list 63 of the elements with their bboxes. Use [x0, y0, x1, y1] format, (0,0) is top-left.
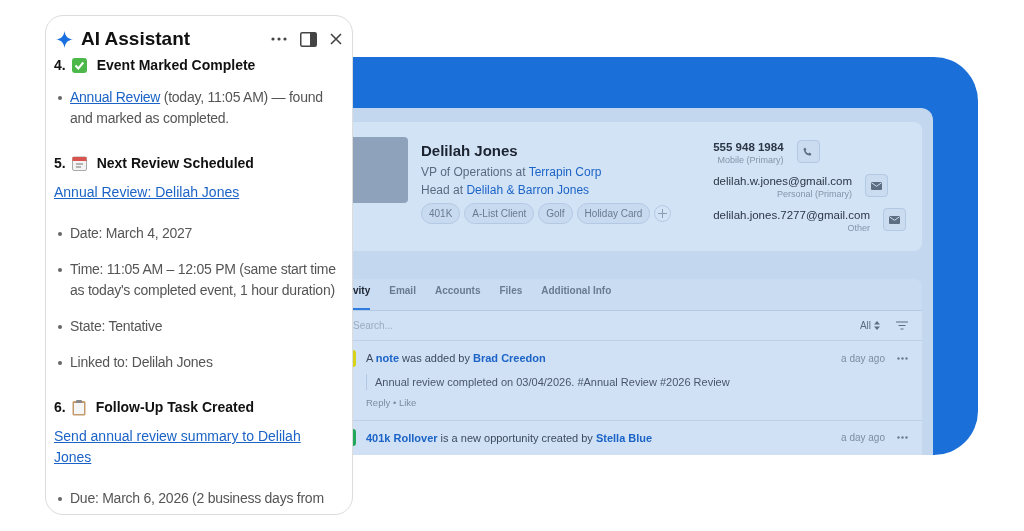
bullet-text: Annual Review (today, 11:05 AM) — found and marked as completed.: [70, 88, 324, 128]
contact-label: Personal (Primary): [777, 189, 853, 200]
section-heading: Event Marked Complete: [96, 56, 256, 75]
section-number: 4.: [54, 56, 66, 75]
link[interactable]: 401k Rollover: [366, 431, 438, 444]
more-icon[interactable]: [271, 37, 287, 41]
photo-placeholder: [353, 137, 408, 203]
company-link[interactable]: Terrapin Corp: [528, 165, 602, 179]
note-text: Annual review completed on 03/04/2026. #Annual Review #2026 Review: [366, 374, 908, 391]
reply-like-links[interactable]: Reply • Like: [366, 396, 908, 411]
section-number: 5.: [54, 154, 66, 173]
email-button[interactable]: [883, 208, 906, 231]
tab[interactable]: Files: [499, 282, 523, 310]
filter-dropdown[interactable]: All: [859, 317, 880, 333]
activity-text: A note was added by Brad Creedon: [366, 350, 546, 366]
sparkle-icon: [56, 30, 73, 48]
tag[interactable]: 401K: [421, 203, 461, 224]
section-heading: Follow-Up Task Created: [95, 398, 255, 417]
bullet-text: Date: March 4, 2027: [70, 224, 193, 243]
sort-arrows-icon: [874, 320, 880, 330]
link[interactable]: Annual Review: [70, 89, 161, 105]
timestamp: a day ago: [841, 431, 885, 446]
contact-label: Mobile (Primary): [717, 155, 784, 166]
link[interactable]: note: [375, 351, 400, 364]
link[interactable]: Annual Review: Delilah Jones: [54, 182, 240, 203]
close-icon[interactable]: [330, 33, 342, 45]
tab[interactable]: Accounts: [434, 282, 481, 310]
bullet-text: Time: 11:05 AM – 12:05 PM (same start time as today's completed event, 1 hour duration): [70, 260, 337, 300]
link[interactable]: Stella Blue: [595, 431, 653, 444]
envelope-icon: [871, 181, 883, 190]
company-link[interactable]: Delilah & Barron Jones: [466, 183, 590, 197]
tag[interactable]: Holiday Card: [576, 203, 651, 224]
email-address: delilah.jones.7277@gmail.com: [713, 208, 870, 223]
tab[interactable]: Email: [389, 282, 416, 310]
contact-label: Other: [847, 223, 870, 234]
tab[interactable]: Additional Info: [541, 282, 612, 310]
call-button[interactable]: [796, 140, 820, 163]
job-title: Head at Delilah & Barron Jones: [421, 182, 591, 199]
contact-name: Delilah Jones: [421, 141, 519, 161]
email-button[interactable]: [865, 174, 889, 197]
tag[interactable]: Golf: [538, 203, 573, 224]
link[interactable]: Brad Creedon: [473, 351, 546, 364]
bullet-text: Due: March 6, 2026 (2 business days from: [70, 489, 324, 508]
tag[interactable]: A-List Client: [464, 203, 535, 224]
calendar-icon: [71, 156, 87, 171]
clipboard-icon: [71, 399, 86, 416]
email-address: delilah.w.jones@gmail.com: [713, 174, 853, 189]
envelope-icon: [889, 215, 900, 224]
phone-number: 555 948 1984: [713, 140, 784, 155]
activity-text: 401k Rollover is a new opportunity created by Stella Blue: [366, 430, 653, 446]
checkmark-icon: [71, 58, 87, 73]
bullet-text: Linked to: Delilah Jones: [70, 353, 213, 372]
bullet-text: State: Tentative: [70, 317, 163, 336]
assistant-title: AI Assistant: [81, 26, 191, 51]
job-title: VP of Operations at Terrapin Corp: [421, 164, 603, 181]
section-number: 6.: [54, 398, 66, 417]
section-heading: Next Review Scheduled: [96, 154, 254, 173]
link[interactable]: Send annual review summary to Delilah Jones: [54, 426, 329, 468]
filter-icon[interactable]: [896, 320, 908, 330]
side-panel-icon[interactable]: [300, 31, 317, 47]
timestamp: a day ago: [841, 351, 885, 366]
plus-icon: [658, 209, 668, 218]
phone-icon: [803, 146, 814, 157]
